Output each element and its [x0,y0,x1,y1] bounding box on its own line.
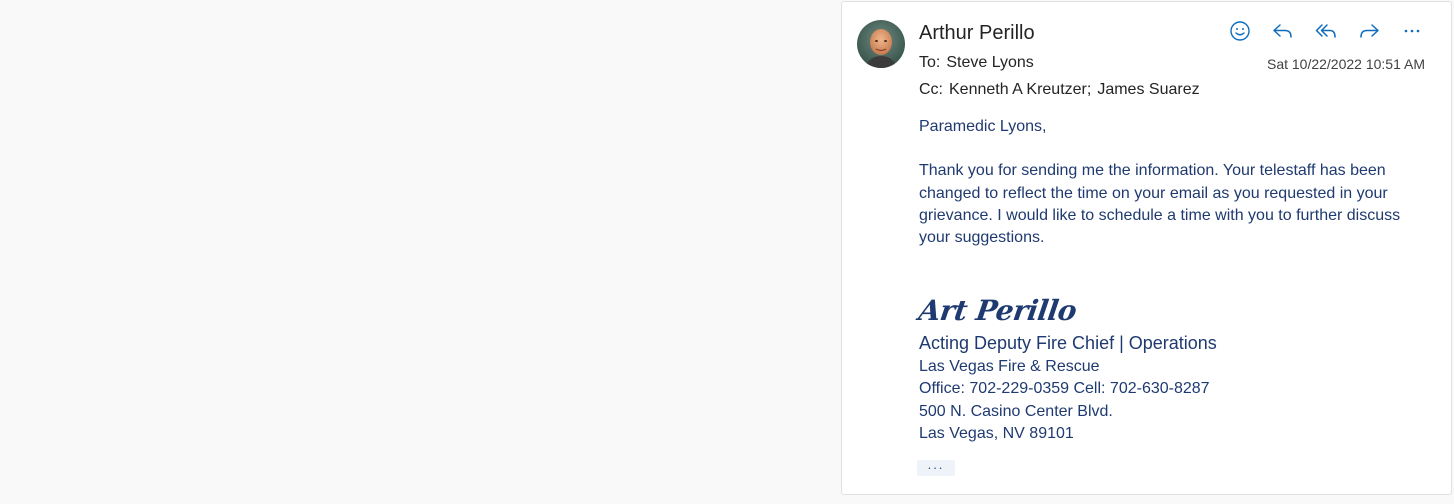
to-label: To: [919,54,941,71]
signature-city: Las Vegas, NV 89101 [919,424,1074,442]
more-actions-button[interactable] [1394,16,1429,46]
message-actions [1222,16,1429,46]
message-date: Sat 10/22/2022 10:51 AM [1266,56,1425,72]
signature-title: Acting Deputy Fire Chief | Operations [919,333,1217,353]
signature-address: 500 N. Casino Center Blvd. [919,402,1113,420]
more-icon [1404,29,1419,33]
message-card: Arthur Perillo To: Steve Lyons Cc: Kenneth… [841,1,1452,495]
reading-pane: Arthur Perillo To: Steve Lyons Cc: Kenneth… [0,0,1454,504]
cc-recipient-name[interactable]: Kenneth A Kreutzer [949,81,1087,98]
smiley-icon [1229,21,1250,41]
message-body: Paramedic Lyons, Thank you for sending m… [919,116,1429,249]
reply-button[interactable] [1265,16,1300,46]
reply-all-button[interactable] [1308,16,1343,46]
recipient-name[interactable]: Steve Lyons [946,54,1033,71]
forward-icon [1359,24,1379,38]
signature-details: Las Vegas Fire & Rescue Office: 702-229-… [919,356,1210,445]
body-paragraph: Thank you for sending me the information… [919,162,1401,247]
cc-label: Cc: [919,81,943,98]
forward-button[interactable] [1351,16,1386,46]
avatar[interactable] [857,20,905,68]
react-button[interactable] [1222,16,1257,46]
signature-phone: Office: 702-229-0359 Cell: 702-630-8287 [919,380,1210,398]
handwritten-signature: Art Perillo [916,294,1079,327]
signature-org: Las Vegas Fire & Rescue [919,358,1100,375]
reply-icon [1272,24,1292,38]
to-recipients: To: Steve Lyons [919,54,1034,72]
cc-recipients: Cc: Kenneth A Kreutzer; James Suarez [919,81,1200,99]
sender-name[interactable]: Arthur Perillo [919,22,1035,45]
avatar-photo [857,20,905,68]
show-more-button[interactable]: ... [917,458,955,476]
cc-recipient-name[interactable]: James Suarez [1097,81,1199,98]
greeting: Paramedic Lyons, [919,118,1047,135]
cc-separator: ; [1086,81,1092,98]
reply-all-icon [1315,24,1336,38]
